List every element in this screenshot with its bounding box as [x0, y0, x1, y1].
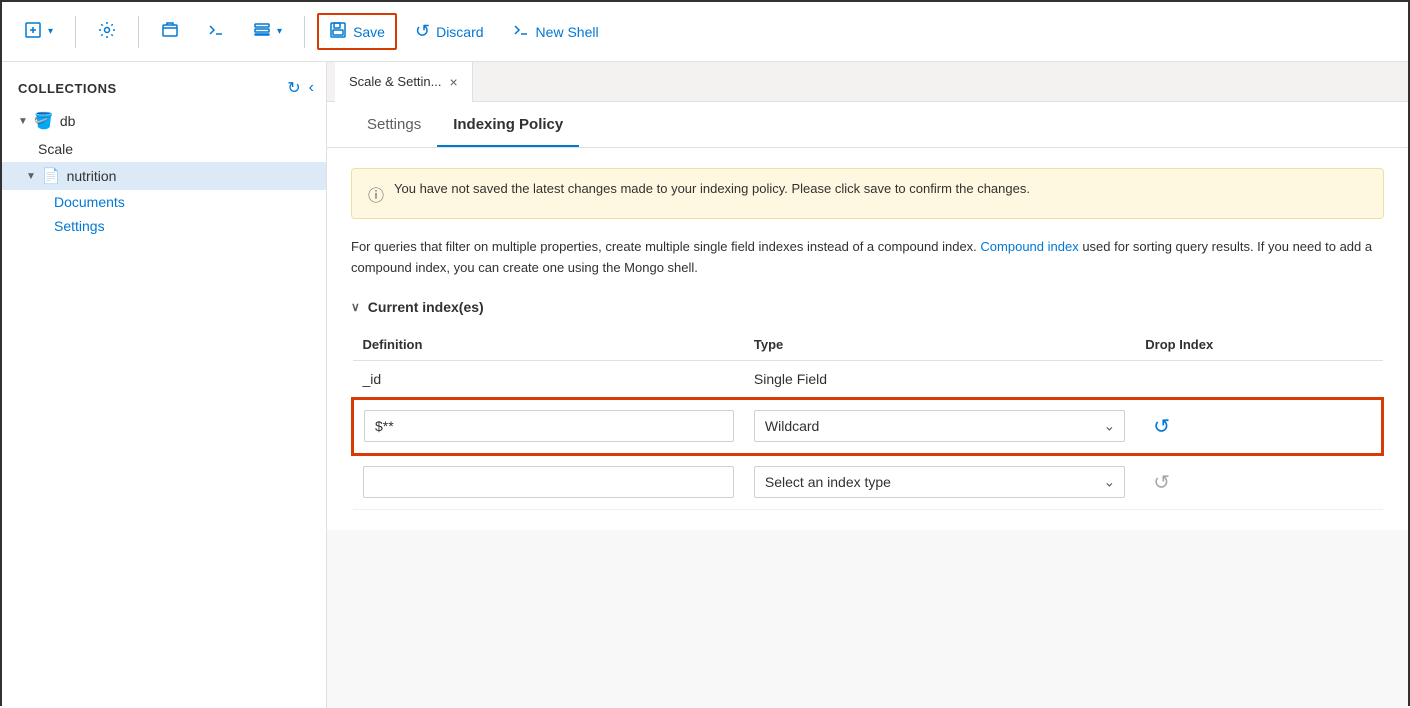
col-drop-header: Drop Index [1135, 329, 1382, 361]
more-icon [253, 21, 271, 42]
table-row: _id Single Field [353, 360, 1383, 398]
refresh-button[interactable]: ↻ [287, 78, 300, 98]
type-select-new[interactable]: Select an index type Wildcard Single Fie… [754, 466, 1125, 498]
new-index-row: Select an index type Wildcard Single Fie… [353, 454, 1383, 509]
discard-label: Discard [436, 24, 483, 40]
section-header: ∨ Current index(es) [351, 299, 1384, 315]
col-definition-header: Definition [353, 329, 744, 361]
sidebar-header: COLLECTIONS ↻ ‹ [2, 62, 326, 106]
terminal-icon [207, 21, 225, 42]
compound-index-link[interactable]: Compound index [980, 239, 1078, 254]
reset-button-wildcard[interactable]: ↺ [1145, 410, 1178, 443]
collapse-button[interactable]: ‹ [309, 78, 314, 98]
warning-message: You have not saved the latest changes ma… [394, 181, 1030, 196]
settings-button[interactable] [88, 15, 126, 48]
chevron-icon: ▼ [18, 116, 28, 127]
db-label: db [60, 113, 76, 129]
sidebar-item-settings[interactable]: Settings [54, 214, 326, 238]
new-shell-button[interactable]: New Shell [502, 15, 609, 48]
toolbar: ▾ ▾ Save ↺ Discard [2, 2, 1408, 62]
sidebar-item-db[interactable]: ▼ 🪣 db [2, 106, 326, 136]
tab-indexing-label: Indexing Policy [453, 116, 563, 133]
chevron-down-icon-2: ▾ [277, 26, 282, 37]
col-type-header: Type [744, 329, 1135, 361]
row-drop-id [1135, 360, 1382, 398]
info-part1: For queries that filter on multiple prop… [351, 239, 980, 254]
db-icon: 🪣 [34, 111, 54, 131]
nutrition-icon: 📄 [42, 167, 61, 185]
nutrition-label: nutrition [67, 168, 117, 184]
row-type-id: Single Field [744, 360, 1135, 398]
shell-icon [512, 21, 530, 42]
chevron-down-icon: ▾ [48, 26, 53, 37]
warning-box: ⓘ You have not saved the latest changes … [351, 168, 1384, 219]
info-circle-icon: ⓘ [368, 182, 384, 206]
new-drop-cell: ↺ [1135, 454, 1382, 509]
open-button[interactable] [151, 15, 189, 48]
sidebar-children: Documents Settings [2, 190, 326, 238]
inner-tab-bar: Settings Indexing Policy [327, 102, 1408, 148]
new-type-cell: Select an index type Wildcard Single Fie… [744, 454, 1135, 509]
new-shell-label: New Shell [536, 24, 599, 40]
discard-icon: ↺ [415, 21, 430, 42]
definition-input-wildcard[interactable] [364, 410, 734, 442]
scale-settings-tab[interactable]: Scale & Settin... × [335, 62, 473, 102]
new-type-select-wrapper: Select an index type Wildcard Single Fie… [754, 466, 1125, 498]
open-icon [161, 21, 179, 42]
new-container-button[interactable]: ▾ [14, 15, 63, 48]
editable-type-cell: Wildcard Single Field [744, 398, 1135, 454]
separator-2 [138, 16, 139, 48]
sidebar-icons: ↻ ‹ [287, 78, 314, 98]
save-label: Save [353, 24, 385, 40]
content-area: Scale & Settin... × Settings Indexing Po… [327, 62, 1408, 708]
separator-3 [304, 16, 305, 48]
tab-label: Scale & Settin... [349, 74, 442, 89]
chevron-icon-nutrition: ▼ [26, 171, 36, 182]
editable-definition-cell [353, 398, 744, 454]
index-table: Definition Type Drop Index _id Single Fi… [351, 329, 1384, 510]
terminal-button[interactable] [197, 15, 235, 48]
tab-indexing-policy[interactable]: Indexing Policy [437, 102, 579, 147]
editable-row-wildcard: Wildcard Single Field ↺ [353, 398, 1383, 454]
gear-icon [98, 21, 116, 42]
editable-drop-cell: ↺ [1135, 398, 1382, 454]
reset-button-new[interactable]: ↺ [1145, 466, 1178, 499]
main-layout: COLLECTIONS ↻ ‹ ▼ 🪣 db Scale ▼ 📄 nutriti… [2, 62, 1408, 708]
sidebar-item-nutrition[interactable]: ▼ 📄 nutrition [2, 162, 326, 190]
more-button[interactable]: ▾ [243, 15, 292, 48]
info-text: For queries that filter on multiple prop… [351, 237, 1384, 279]
tab-bar: Scale & Settin... × [327, 62, 1408, 102]
tab-settings-label: Settings [367, 116, 421, 133]
sidebar-title: COLLECTIONS [18, 81, 117, 96]
save-icon [329, 21, 347, 42]
type-select-wrapper: Wildcard Single Field [754, 410, 1125, 442]
section-chevron-icon: ∨ [351, 300, 360, 314]
save-button[interactable]: Save [317, 13, 397, 50]
type-select-wildcard[interactable]: Wildcard Single Field [754, 410, 1125, 442]
main-panel: ⓘ You have not saved the latest changes … [327, 148, 1408, 530]
sidebar: COLLECTIONS ↻ ‹ ▼ 🪣 db Scale ▼ 📄 nutriti… [2, 62, 327, 708]
section-title: Current index(es) [368, 299, 484, 315]
new-definition-cell [353, 454, 744, 509]
tab-settings[interactable]: Settings [351, 102, 437, 147]
row-definition-id: _id [353, 360, 744, 398]
definition-input-new[interactable] [363, 466, 734, 498]
sidebar-item-scale[interactable]: Scale [2, 136, 326, 162]
scale-label: Scale [38, 141, 73, 157]
container-icon [24, 21, 42, 42]
sidebar-item-documents[interactable]: Documents [54, 190, 326, 214]
discard-button[interactable]: ↺ Discard [405, 15, 494, 48]
separator-1 [75, 16, 76, 48]
tab-close-icon[interactable]: × [450, 74, 458, 90]
table-header: Definition Type Drop Index [353, 329, 1383, 361]
